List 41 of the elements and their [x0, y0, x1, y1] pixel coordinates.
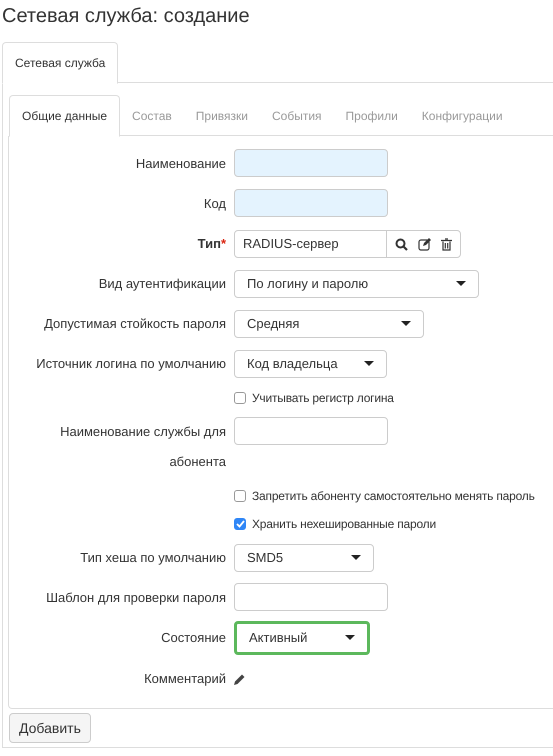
select-field[interactable]: SMD5 — [234, 544, 374, 572]
field-label: Тип — [198, 236, 221, 251]
edit-icon[interactable] — [418, 238, 431, 250]
field-label: Вид аутентификации — [98, 276, 226, 291]
caret-icon — [345, 635, 355, 641]
lookup-field[interactable]: RADIUS-сервер — [234, 230, 461, 258]
checkbox-label: Запретить абоненту самостоятельно менять пароль — [252, 488, 535, 505]
select-field[interactable]: Активный — [234, 621, 370, 655]
text-field[interactable] — [234, 583, 388, 611]
caret-icon — [456, 281, 466, 287]
pencil-icon[interactable] — [234, 674, 245, 684]
tab[interactable]: Общие данные — [9, 95, 120, 137]
field-label: Наименование службы для абонента — [60, 424, 226, 469]
checkbox-label: Хранить нехешированные пароли — [252, 516, 436, 533]
checkbox[interactable] — [234, 392, 246, 404]
select-field[interactable]: Код владельца — [234, 350, 387, 378]
field-label: Тип хеша по умолчанию — [80, 550, 226, 565]
text-field[interactable] — [234, 189, 388, 217]
caret-icon — [364, 361, 374, 367]
checkbox[interactable] — [234, 490, 246, 502]
field-label: Шаблон для проверки пароля — [46, 590, 226, 605]
add-button[interactable]: Добавить — [9, 713, 91, 743]
field-label: Источник логина по умолчанию — [36, 356, 226, 371]
text-field[interactable] — [234, 149, 388, 177]
text-field[interactable] — [234, 417, 388, 445]
select-field[interactable]: По логину и паролю — [234, 270, 479, 298]
caret-icon — [401, 321, 411, 327]
field-label: Код — [204, 196, 226, 211]
search-icon[interactable] — [395, 238, 408, 250]
tab[interactable]: Сетевая служба — [2, 42, 118, 84]
page-title: Сетевая служба: создание — [1, 4, 251, 29]
checkbox[interactable] — [234, 518, 246, 530]
field-label: Состояние — [161, 630, 226, 645]
field-label: Наименование — [136, 156, 226, 171]
caret-icon — [351, 555, 361, 561]
checkbox-label: Учитывать регистр логина — [252, 390, 394, 407]
trash-icon[interactable] — [441, 238, 452, 250]
field-label: Допустимая стойкость пароля — [44, 316, 226, 331]
field-label: Комментарий — [144, 671, 226, 686]
required-mark: * — [220, 236, 226, 251]
select-field[interactable]: Средняя — [234, 310, 424, 338]
